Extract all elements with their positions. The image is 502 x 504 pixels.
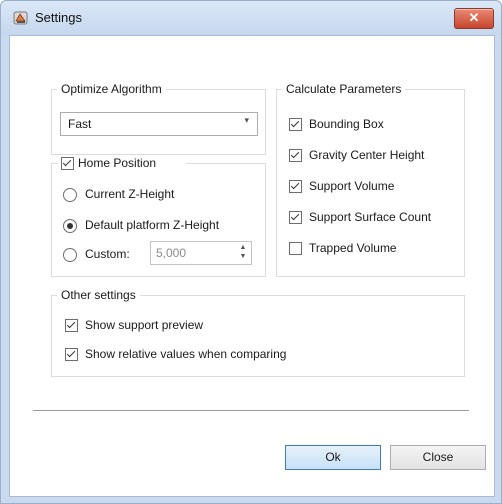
ok-button[interactable]: Ok	[285, 445, 381, 470]
support-volume-checkbox[interactable]	[289, 180, 302, 193]
trapped-volume-label: Trapped Volume	[309, 241, 397, 255]
current-z-height-label: Current Z-Height	[85, 187, 175, 201]
window-title: Settings	[35, 10, 82, 25]
bounding-box-checkbox[interactable]	[289, 118, 302, 131]
settings-window: Settings ✕ Optimize Algorithm Fast ▾ Hom…	[0, 0, 502, 504]
separator-line	[33, 410, 469, 411]
support-surface-count-label: Support Surface Count	[309, 210, 432, 224]
custom-height-value: 5,000	[156, 246, 187, 260]
custom-height-stepper[interactable]: 5,000 ▲ ▼	[150, 241, 252, 265]
close-icon: ✕	[468, 10, 480, 25]
other-settings-legend: Other settings	[57, 288, 140, 302]
home-position-label: Home Position	[78, 156, 157, 170]
calculate-parameters-legend: Calculate Parameters	[282, 82, 406, 96]
home-position-legend-wrap: Home Position	[58, 155, 186, 171]
gravity-center-height-checkbox[interactable]	[289, 149, 302, 162]
current-z-height-radio[interactable]	[63, 188, 77, 202]
show-relative-values-checkbox[interactable]	[65, 348, 78, 361]
title-bar[interactable]: Settings ✕	[1, 1, 501, 35]
custom-radio[interactable]	[63, 248, 77, 262]
bounding-box-label: Bounding Box	[309, 117, 384, 131]
default-platform-z-height-radio[interactable]	[63, 219, 77, 233]
custom-label: Custom:	[85, 247, 130, 261]
app-icon	[13, 11, 28, 25]
home-position-checkbox[interactable]	[61, 157, 74, 170]
show-support-preview-checkbox[interactable]	[65, 319, 78, 332]
window-close-button[interactable]: ✕	[454, 8, 494, 29]
close-button[interactable]: Close	[390, 445, 486, 470]
support-volume-label: Support Volume	[309, 179, 395, 193]
optimize-algorithm-value: Fast	[68, 117, 92, 131]
stepper-arrows-icon[interactable]: ▲ ▼	[238, 243, 248, 261]
optimize-algorithm-select[interactable]: Fast ▾	[60, 112, 258, 136]
optimize-algorithm-legend: Optimize Algorithm	[57, 82, 166, 96]
support-surface-count-checkbox[interactable]	[289, 211, 302, 224]
dialog-body: Optimize Algorithm Fast ▾ Home Position …	[9, 35, 495, 497]
other-settings-group	[51, 295, 465, 377]
default-platform-z-height-label: Default platform Z-Height	[85, 218, 220, 232]
chevron-down-icon: ▾	[244, 115, 249, 125]
show-support-preview-label: Show support preview	[85, 318, 204, 332]
trapped-volume-checkbox[interactable]	[289, 242, 302, 255]
show-relative-values-label: Show relative values when comparing	[85, 347, 287, 361]
gravity-center-height-label: Gravity Center Height	[309, 148, 425, 162]
